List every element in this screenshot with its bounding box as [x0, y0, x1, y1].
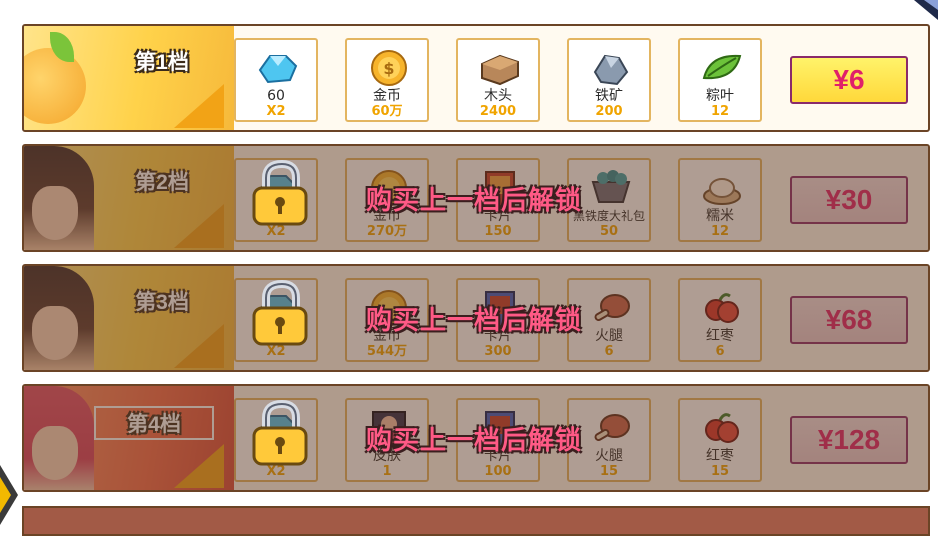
reward-slot-3[interactable]: 木头 2400 — [456, 38, 540, 122]
reward-qty: 2400 — [479, 104, 517, 119]
reward-qty: X2 — [266, 104, 286, 119]
reward-name: 60 — [267, 88, 285, 104]
reward-slot-5[interactable]: 粽叶 12 — [678, 38, 762, 122]
diamond-icon — [258, 55, 298, 84]
reward-name: 木头 — [484, 88, 512, 104]
tier-row-5-partial — [22, 506, 930, 536]
tier-row-2: 第2档 X2 金币 270万 卡片 150 黑铁度大礼包 50 — [22, 144, 930, 252]
orange-mascot-icon — [24, 32, 86, 124]
buy-button[interactable]: ¥6 — [790, 56, 908, 104]
unlock-hint: 购买上一档后解锁 — [365, 305, 582, 335]
gold-coin-icon: $ — [371, 50, 407, 86]
reward-name: 金币 — [373, 88, 401, 104]
tier-row-1: 第1档 60 X2 $ 金币 60万 木头 2400 铁矿 200 粽叶 12 … — [22, 24, 930, 132]
lock-icon — [252, 280, 308, 346]
lock-icon — [252, 160, 308, 226]
tier-label: 第1档 — [135, 51, 189, 74]
reward-qty: 200 — [595, 104, 623, 119]
reward-name: 粽叶 — [706, 88, 734, 104]
tier-row-4: 第4档 X2 皮肤 1 卡片 100 火腿 15 — [22, 384, 930, 492]
reward-name: 铁矿 — [595, 88, 623, 104]
tier-row-3: 第3档 X2 金币 544万 卡片 300 火腿 6 — [22, 264, 930, 372]
unlock-hint: 购买上一档后解锁 — [365, 425, 582, 455]
reward-slot-1[interactable]: 60 X2 — [234, 38, 318, 122]
side-decoration — [0, 465, 18, 525]
svg-text:$: $ — [383, 59, 394, 78]
reward-slot-2[interactable]: $ 金币 60万 — [345, 38, 429, 122]
iron-ore-icon — [593, 54, 629, 86]
reward-qty: 60万 — [371, 104, 403, 119]
wood-icon — [481, 54, 519, 86]
zongzi-leaf-icon — [702, 54, 742, 80]
lock-icon — [252, 400, 308, 466]
unlock-hint: 购买上一档后解锁 — [365, 185, 582, 215]
reward-qty: 12 — [710, 104, 730, 119]
reward-slot-4[interactable]: 铁矿 200 — [567, 38, 651, 122]
